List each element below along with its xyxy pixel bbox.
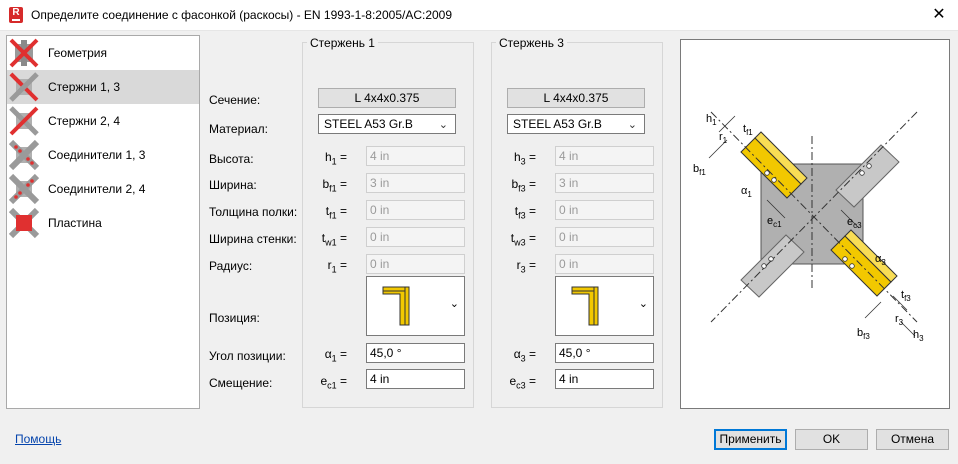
connection-drawing: h1 r1 tf1 bf1 α1 ec1 ec3 α3 tf3 r3 bf3 h…	[680, 39, 950, 409]
dim-bf1: bf1	[693, 163, 706, 177]
dim-h1: h1	[706, 113, 717, 127]
x-bars-icon	[7, 70, 41, 104]
dim-r1: r1	[719, 131, 728, 145]
sidebar-item-geometry[interactable]: Геометрия	[7, 36, 199, 70]
bar1-angle-symbol: α1 =	[324, 347, 347, 364]
sidebar-item-label: Геометрия	[48, 46, 107, 60]
bar1-width-input[interactable]: 3 in	[366, 173, 465, 193]
bar1-width-symbol: bf1 =	[322, 177, 347, 194]
bar3-flange-input[interactable]: 0 in	[555, 200, 654, 220]
app-icon: R	[9, 7, 23, 23]
dim-alpha3: α3	[875, 253, 886, 267]
bar3-angle-input[interactable]: 45,0 °	[555, 343, 654, 363]
sidebar-item-connectors-1-3[interactable]: Соединители 1, 3	[7, 138, 199, 172]
bar3-angle-symbol: α3 =	[513, 347, 536, 364]
label-width: Ширина:	[209, 178, 257, 192]
bar3-section-button[interactable]: L 4x4x0.375	[507, 88, 645, 108]
title-bar: R Определите соединение с фасонкой (раск…	[0, 0, 958, 31]
dim-r3: r3	[895, 313, 904, 327]
angle-position-icon	[368, 278, 426, 334]
ok-button[interactable]: OK	[795, 429, 868, 450]
bar1-offset-symbol: ec1 =	[320, 374, 347, 391]
label-height: Высота:	[209, 152, 254, 166]
label-radius: Радиус:	[209, 259, 253, 273]
bar3-flange-symbol: tf3 =	[514, 204, 536, 221]
bar1-radius-input[interactable]: 0 in	[366, 254, 465, 274]
chevron-down-icon: ⌄	[638, 298, 648, 310]
chevron-down-icon: ⌄	[438, 119, 448, 131]
sidebar-item-plate[interactable]: Пластина	[7, 206, 199, 240]
bar1-height-input[interactable]: 4 in	[366, 146, 465, 166]
bar1-angle-input[interactable]: 45,0 °	[366, 343, 465, 363]
dim-tf3: tf3	[901, 289, 911, 303]
chevron-down-icon: ⌄	[449, 298, 459, 310]
bar1-material-select[interactable]: STEEL A53 Gr.B ⌄	[318, 114, 456, 134]
bar3-title: Стержень 3	[496, 36, 567, 50]
bar3-position-select[interactable]: ⌄	[555, 276, 654, 336]
dim-bf3: bf3	[857, 327, 870, 341]
chevron-down-icon: ⌄	[627, 119, 637, 131]
bar1-flange-symbol: tf1 =	[325, 204, 347, 221]
sidebar-item-connectors-2-4[interactable]: Соединители 2, 4	[7, 172, 199, 206]
cancel-button[interactable]: Отмена	[876, 429, 949, 450]
label-material: Материал:	[209, 122, 268, 136]
close-icon: ✕	[932, 6, 946, 23]
sidebar-item-label: Стержни 1, 3	[48, 80, 121, 94]
bar3-offset-symbol: ec3 =	[509, 374, 536, 391]
bar1-material-value: STEEL A53 Gr.B	[324, 117, 413, 131]
angle-position-icon	[557, 278, 615, 334]
x-bars-icon	[7, 104, 41, 138]
sidebar-item-label: Пластина	[48, 216, 102, 230]
sidebar-item-bars-1-3[interactable]: Стержни 1, 3	[7, 70, 199, 104]
bar1-section-button[interactable]: L 4x4x0.375	[318, 88, 456, 108]
x-geometry-icon	[7, 36, 41, 70]
dim-tf1: tf1	[743, 123, 753, 137]
bar3-web-symbol: tw3 =	[510, 231, 536, 248]
bar1-title: Стержень 1	[307, 36, 378, 50]
bar1-web-input[interactable]: 0 in	[366, 227, 465, 247]
bar1-position-select[interactable]: ⌄	[366, 276, 465, 336]
bar3-radius-symbol: r3 =	[516, 258, 536, 275]
label-offset: Смещение:	[209, 376, 273, 390]
bar3-height-input[interactable]: 4 in	[555, 146, 654, 166]
help-link[interactable]: Помощь	[15, 432, 61, 446]
label-position: Позиция:	[209, 311, 260, 325]
sidebar-item-label: Соединители 2, 4	[48, 182, 146, 196]
close-button[interactable]: ✕	[926, 2, 952, 28]
dim-alpha1: α1	[741, 185, 752, 199]
bar1-radius-symbol: r1 =	[327, 258, 347, 275]
label-position-angle: Угол позиции:	[209, 349, 286, 363]
apply-button[interactable]: Применить	[714, 429, 787, 450]
window-title: Определите соединение с фасонкой (раскос…	[31, 8, 453, 22]
dim-h3: h3	[913, 329, 924, 343]
bar3-web-input[interactable]: 0 in	[555, 227, 654, 247]
sidebar: Геометрия Стержни 1, 3 Стержни 2, 4 Соед…	[6, 35, 200, 409]
bar1-web-symbol: tw1 =	[321, 231, 347, 248]
x-plate-icon	[7, 206, 41, 240]
sidebar-item-label: Соединители 1, 3	[48, 148, 146, 162]
bar1-offset-input[interactable]: 4 in	[366, 369, 465, 389]
bar3-radius-input[interactable]: 0 in	[555, 254, 654, 274]
bar1-flange-input[interactable]: 0 in	[366, 200, 465, 220]
bar3-material-value: STEEL A53 Gr.B	[513, 117, 602, 131]
label-flange-thickness: Толщина полки:	[209, 205, 298, 219]
bar3-width-input[interactable]: 3 in	[555, 173, 654, 193]
x-connectors-icon	[7, 172, 41, 206]
bar1-height-symbol: h1 =	[324, 150, 347, 167]
bar3-width-symbol: bf3 =	[511, 177, 536, 194]
label-web-width: Ширина стенки:	[209, 232, 297, 246]
bar3-offset-input[interactable]: 4 in	[555, 369, 654, 389]
label-section: Сечение:	[209, 93, 261, 107]
x-connectors-icon	[7, 138, 41, 172]
bar3-material-select[interactable]: STEEL A53 Gr.B ⌄	[507, 114, 645, 134]
bar3-height-symbol: h3 =	[513, 150, 536, 167]
sidebar-item-label: Стержни 2, 4	[48, 114, 121, 128]
sidebar-item-bars-2-4[interactable]: Стержни 2, 4	[7, 104, 199, 138]
